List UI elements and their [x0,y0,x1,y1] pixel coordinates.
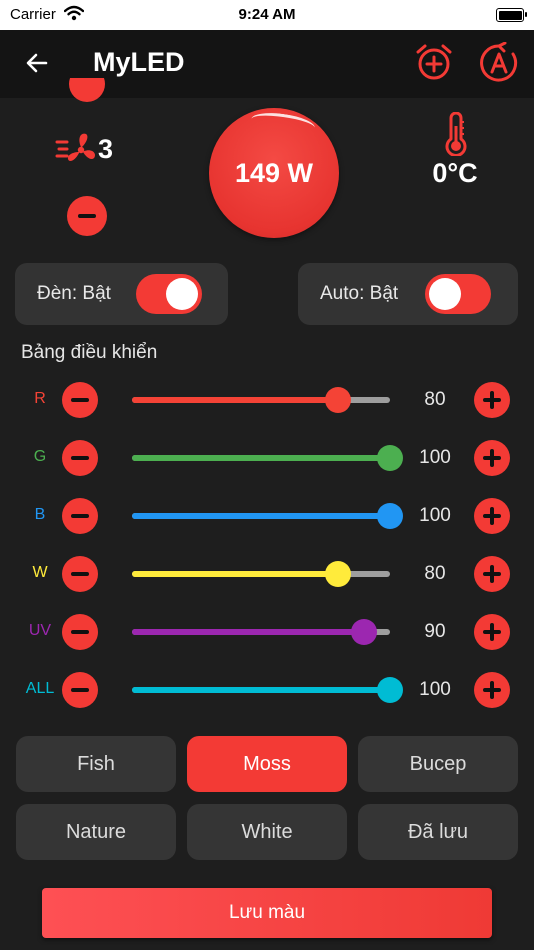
channel-w-slider[interactable] [132,561,390,587]
channel-label: W [32,564,48,581]
fan-increase-button[interactable] [69,78,105,104]
channel-row-all: ALL 100 [0,670,534,710]
channel-b-increase-button[interactable] [474,498,510,534]
channel-r-decrease-button[interactable] [62,382,98,418]
power-value: 149 W [234,158,314,188]
fan-level: 3 [98,134,114,164]
fan-icon [55,133,95,161]
channel-g-increase-button[interactable] [474,440,510,476]
channel-value: 80 [424,563,446,584]
status-time: 9:24 AM [238,6,296,23]
channel-all-decrease-button[interactable] [62,672,98,708]
channel-value: 80 [424,389,446,410]
channel-label: UV [28,622,52,639]
channel-label: B [34,506,46,523]
channel-label: G [33,448,47,465]
power-indicator: 149 W [209,108,339,238]
control-panel-title: Bảng điều khiển [21,342,158,363]
light-toggle-card: Đèn: Bật [15,263,228,325]
channel-all-slider[interactable] [132,677,403,703]
channel-all-increase-button[interactable] [474,672,510,708]
channel-label: R [34,390,46,407]
channel-value: 100 [419,447,451,468]
channel-r-increase-button[interactable] [474,382,510,418]
auto-toggle-label: Auto: Bật [320,283,399,304]
auto-toggle-card: Auto: Bật [298,263,518,325]
light-toggle-switch[interactable] [136,274,202,314]
channel-w-increase-button[interactable] [474,556,510,592]
auto-toggle-switch[interactable] [425,274,491,314]
preset-nature-button[interactable]: Nature [16,804,176,860]
preset-white-button[interactable]: White [187,804,347,860]
auto-mode-icon[interactable] [478,42,520,84]
channel-value: 100 [419,505,451,526]
channel-label: ALL [25,680,55,697]
channel-uv-slider[interactable] [132,619,390,645]
preset-bucep-button[interactable]: Bucep [358,736,518,792]
channel-b-slider[interactable] [132,503,403,529]
channel-value: 90 [424,621,446,642]
channel-row-w: W 80 [0,554,534,594]
channel-g-decrease-button[interactable] [62,440,98,476]
channel-r-slider[interactable] [132,387,390,413]
channel-w-decrease-button[interactable] [62,556,98,592]
channel-row-g: G 100 [0,438,534,478]
preset-moss-button[interactable]: Moss [187,736,347,792]
channel-row-uv: UV 90 [0,612,534,652]
thermometer-icon [445,112,467,156]
battery-icon [496,8,527,22]
alarm-add-icon[interactable] [414,42,454,82]
page-title: MyLED [93,47,185,77]
light-toggle-label: Đèn: Bật [37,283,111,304]
channel-uv-decrease-button[interactable] [62,614,98,650]
preset-fish-button[interactable]: Fish [16,736,176,792]
channel-g-slider[interactable] [132,445,403,471]
save-color-button[interactable]: Lưu màu [42,888,492,938]
channel-row-b: B 100 [0,496,534,536]
fan-decrease-button[interactable] [67,196,107,236]
status-bar: Carrier 9:24 AM [0,0,534,30]
back-arrow-icon[interactable] [22,48,52,78]
temperature-value: 0°C [432,158,478,188]
channel-b-decrease-button[interactable] [62,498,98,534]
channel-value: 100 [419,679,451,700]
channel-row-r: R 80 [0,380,534,420]
preset-saved-button[interactable]: Đã lưu [358,804,518,860]
channel-uv-increase-button[interactable] [474,614,510,650]
